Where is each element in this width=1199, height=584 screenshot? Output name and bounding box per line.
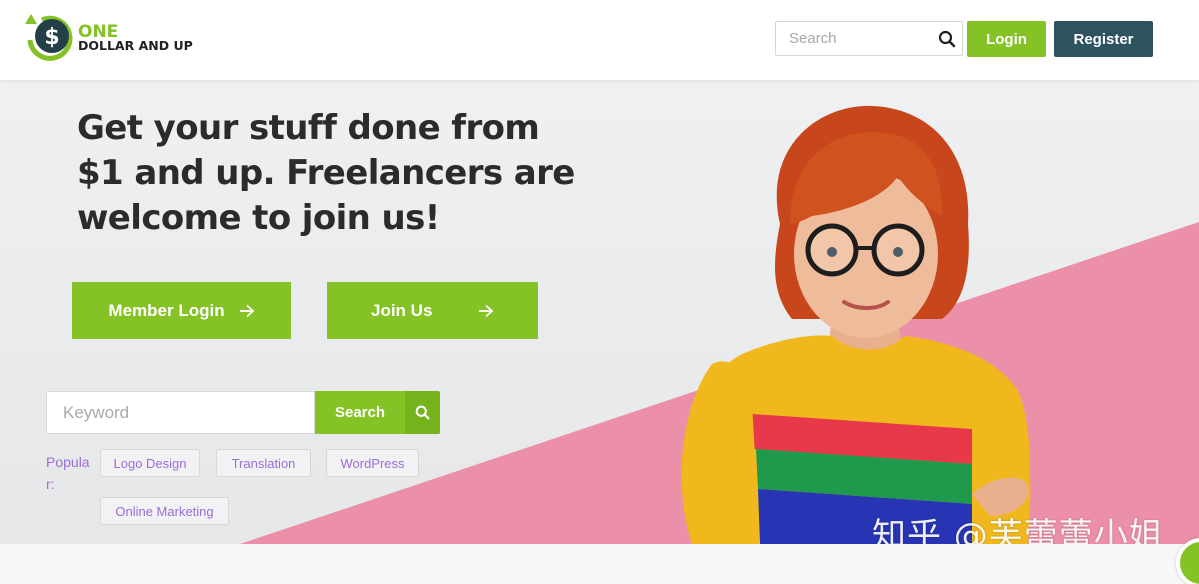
popular-tag-logo-design[interactable]: Logo Design: [100, 449, 200, 477]
keyword-input[interactable]: [47, 392, 314, 433]
keyword-search-form: Search: [46, 391, 440, 434]
hero-title: Get your stuff done from $1 and up. Free…: [77, 108, 575, 238]
register-button[interactable]: Register: [1054, 21, 1153, 57]
login-button[interactable]: Login: [967, 21, 1046, 57]
dollar-logo-icon: $: [25, 14, 73, 61]
popular-tag-online-marketing[interactable]: Online Marketing: [100, 497, 229, 525]
site-header: $ ONE DOLLAR AND UP Login Register: [0, 0, 1199, 80]
arrow-right-icon: [239, 304, 254, 317]
header-search-input[interactable]: [776, 22, 926, 55]
arrow-right-icon: [479, 304, 494, 318]
member-login-label: Member Login: [108, 300, 225, 320]
hero-woman-image: [681, 105, 1031, 544]
search-icon: [415, 405, 430, 420]
bottom-section-edge: [0, 544, 1199, 584]
join-us-label: Join Us: [371, 300, 433, 320]
join-us-button[interactable]: Join Us: [327, 282, 538, 339]
logo-text-dollar-and-up: DOLLAR AND UP: [78, 38, 193, 53]
keyword-search-button[interactable]: Search: [315, 391, 405, 434]
site-logo[interactable]: $ ONE DOLLAR AND UP: [22, 12, 197, 64]
member-login-button[interactable]: Member Login: [72, 282, 291, 339]
hero-section: Get your stuff done from $1 and up. Free…: [0, 80, 1199, 544]
watermark-text: 知乎 @芙蕾蕾小姐: [872, 516, 1164, 544]
popular-tag-wordpress[interactable]: WordPress: [326, 449, 419, 477]
popular-tag-translation[interactable]: Translation: [216, 449, 311, 477]
popular-label: Popular:: [46, 454, 90, 492]
search-icon[interactable]: [938, 30, 956, 48]
header-search-box: [775, 21, 963, 56]
keyword-input-wrap: [46, 391, 315, 434]
svg-text:$: $: [44, 25, 59, 50]
keyword-search-icon-button[interactable]: [405, 391, 440, 434]
